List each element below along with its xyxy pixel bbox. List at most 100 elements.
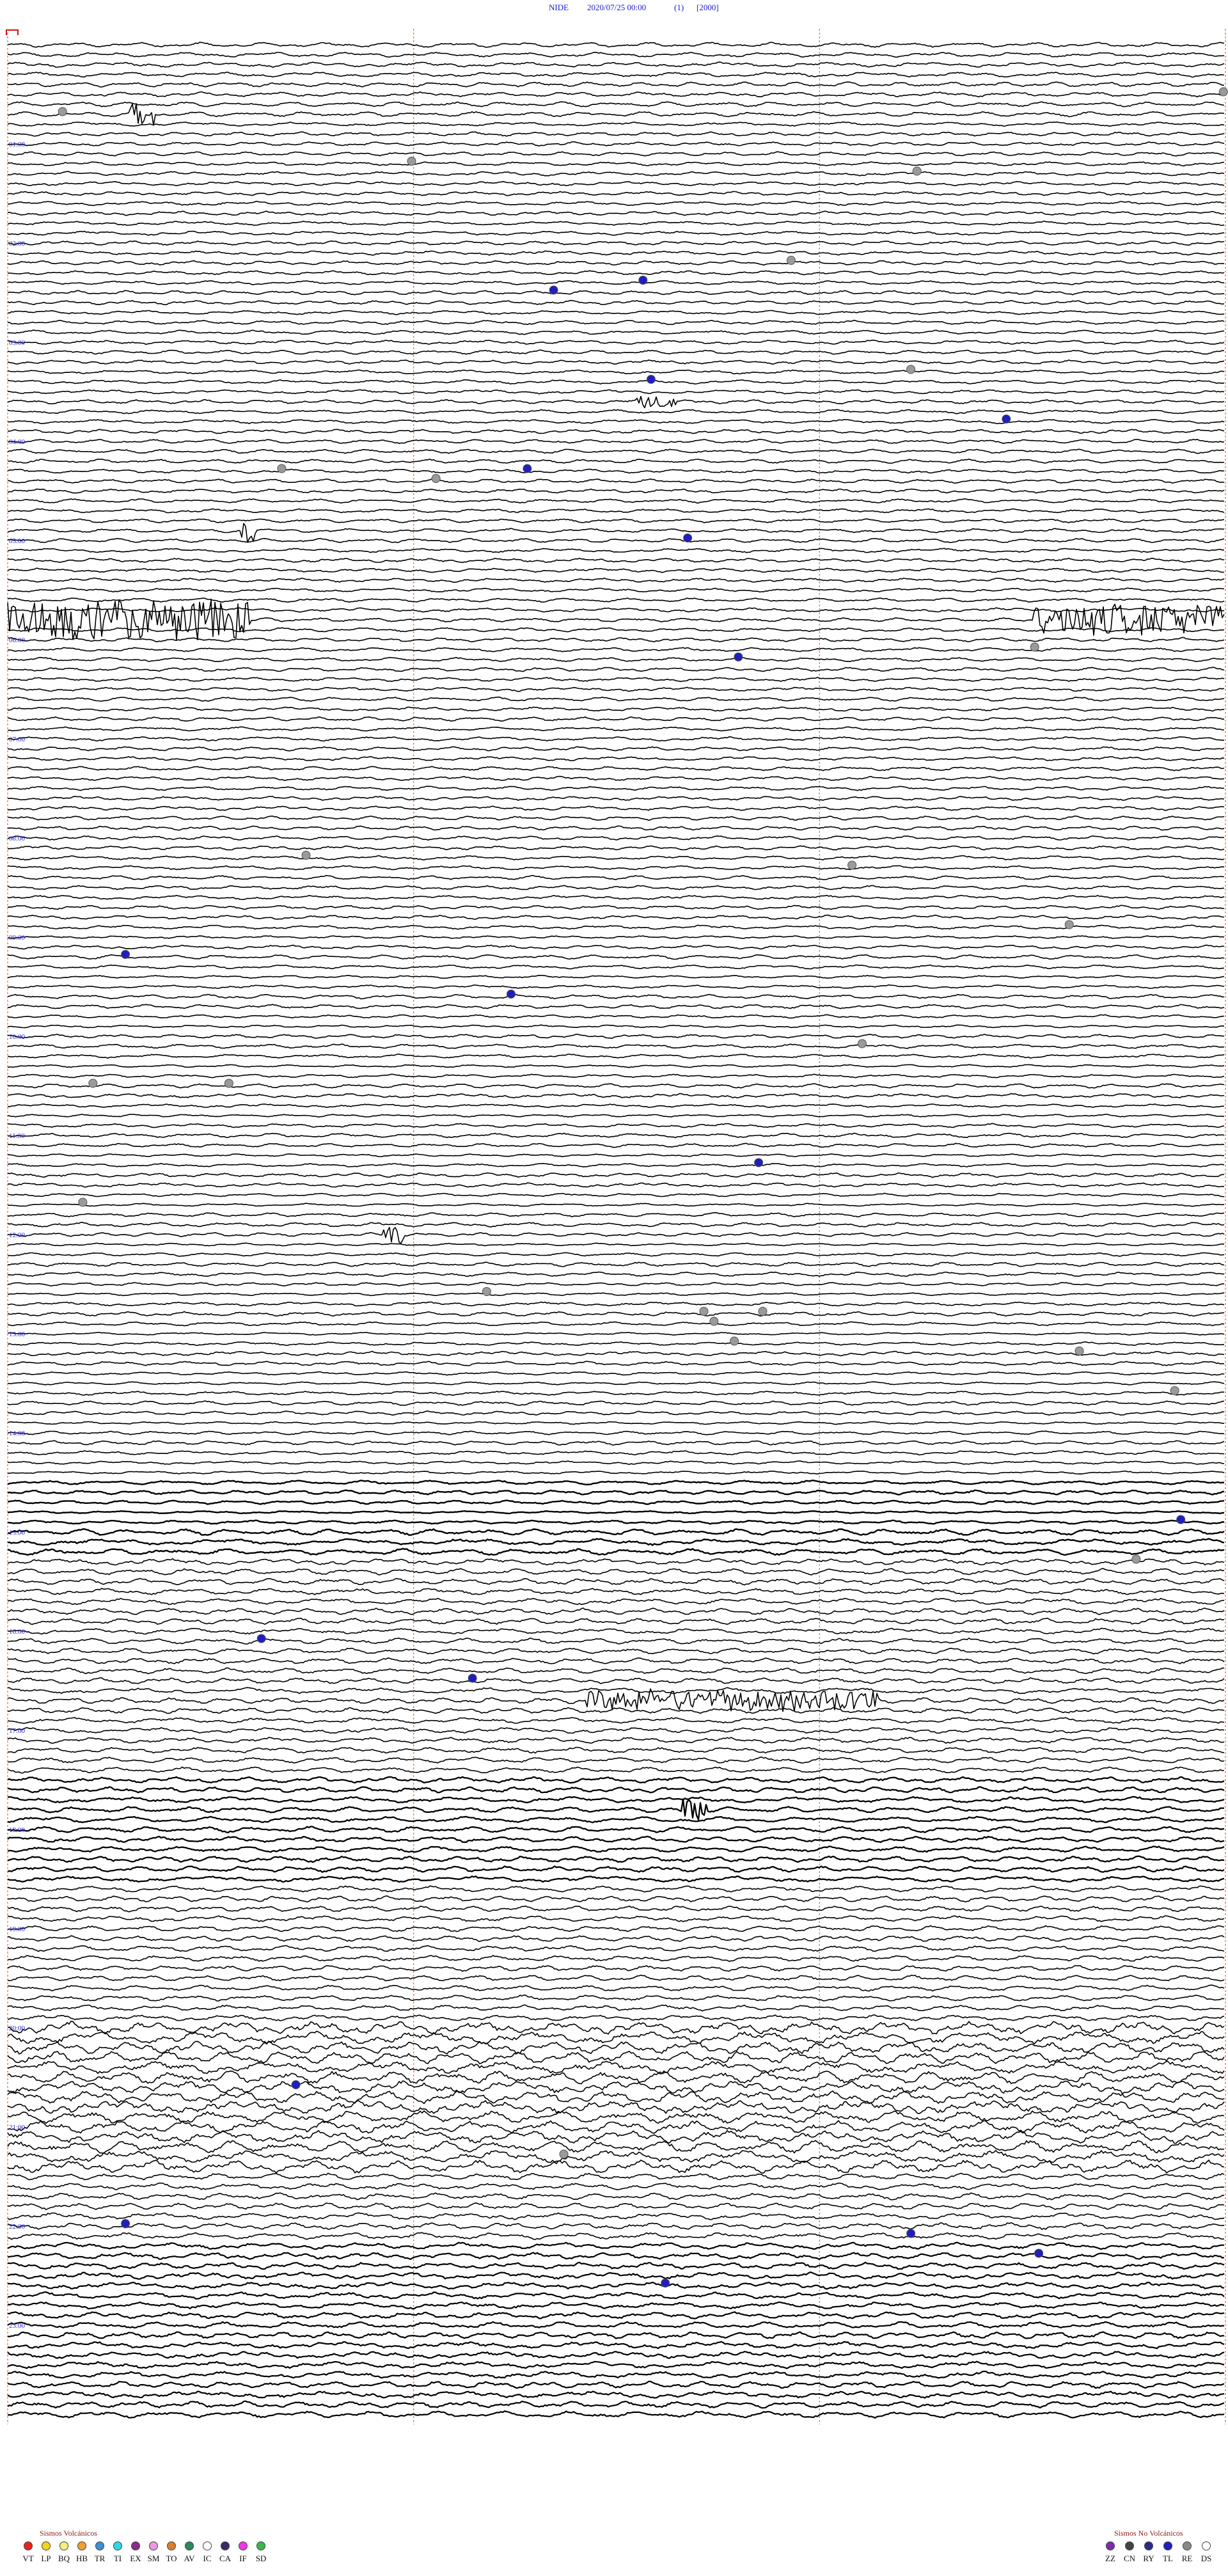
event-marker (559, 2149, 569, 2159)
trace-row (7, 2272, 1225, 2280)
legend-swatch (185, 2541, 194, 2550)
trace-row (7, 488, 1225, 494)
trace-row (7, 290, 1225, 296)
event-marker (482, 1287, 491, 1296)
trace-row (7, 121, 1225, 127)
trace-row (7, 597, 1225, 603)
trace-row (7, 1226, 1225, 1244)
event-marker (847, 860, 857, 870)
legend-swatch (256, 2541, 265, 2550)
hour-label: 19:00 (9, 1925, 26, 1933)
trace-row (7, 599, 1225, 640)
trace-row (7, 2410, 1225, 2419)
event-marker (78, 1197, 88, 1207)
event-marker (1131, 1554, 1141, 1564)
hour-label: 06:00 (9, 636, 26, 644)
trace-row (7, 1222, 1225, 1228)
trace-row (7, 2080, 1225, 2094)
trace-row (7, 1667, 1224, 1675)
trace-row (7, 2192, 1224, 2201)
trace-row (7, 1826, 1225, 1833)
trace-row (7, 607, 1225, 613)
trace-row (7, 2090, 1225, 2105)
trace-row (7, 369, 1225, 375)
event-marker (549, 285, 558, 295)
trace-row (7, 835, 1225, 841)
trace-row (7, 2150, 1225, 2163)
trace-row (7, 103, 1225, 126)
trace-row (7, 1114, 1225, 1118)
trace-row (7, 914, 1225, 921)
trace-row (7, 1577, 1225, 1586)
trace-row (7, 2212, 1225, 2220)
trace-row (7, 647, 1225, 652)
event-marker (858, 1039, 867, 1048)
legend-swatch (24, 2541, 33, 2550)
trace-row (7, 905, 1225, 910)
trace-row (7, 676, 1225, 683)
trace-row (7, 1796, 1225, 1803)
trace-row (7, 1421, 1225, 1425)
hour-label: 15:00 (9, 1529, 26, 1537)
hour-label: 13:00 (9, 1331, 26, 1338)
event-marker (906, 365, 916, 374)
legend-code: RE (1182, 2554, 1193, 2563)
legend-swatch (221, 2541, 230, 2550)
event-marker (1030, 642, 1039, 652)
hour-label: 09:00 (9, 934, 26, 942)
legend-code: RY (1143, 2554, 1154, 2563)
trace-row (7, 1519, 1225, 1525)
trace-row (7, 151, 1225, 157)
trace-row (7, 1440, 1225, 1446)
trace-row (7, 587, 1225, 593)
event-marker (301, 851, 311, 860)
trace-row (7, 736, 1224, 742)
trace-row (7, 1430, 1225, 1435)
trace-row (7, 2261, 1225, 2270)
legend-swatch (149, 2541, 158, 2550)
trace-row (7, 161, 1225, 167)
hour-label: 04:00 (9, 438, 26, 446)
trace-row (7, 1252, 1225, 1257)
event-marker (468, 1673, 477, 1683)
trace-row (7, 786, 1225, 791)
trace-row (7, 537, 1225, 543)
legend-volcanic-title: Sismos Volcánicos (40, 2529, 97, 2538)
hour-label: 11:00 (9, 1132, 25, 1140)
trace-row (7, 2130, 1225, 2144)
trace-row (7, 656, 1225, 663)
trace-row (7, 1332, 1225, 1336)
trace-row (7, 1945, 1225, 1952)
trace-row (7, 1460, 1225, 1465)
trace-row (7, 329, 1225, 335)
trace-row (7, 1400, 1225, 1406)
event-marker (1218, 87, 1228, 97)
trace-row (7, 389, 1225, 395)
hour-label: 02:00 (9, 240, 26, 248)
trace-row (7, 1766, 1225, 1774)
legend-code: HB (76, 2554, 88, 2563)
trace-row (7, 2172, 1225, 2181)
trace-row (7, 1499, 1225, 1505)
trace-row (7, 2232, 1225, 2240)
trace-row (7, 1024, 1225, 1029)
event-marker (1002, 415, 1011, 423)
trace-row (7, 1132, 1225, 1139)
trace-row (7, 874, 1224, 880)
trace-row (7, 379, 1225, 385)
legend-swatch (203, 2541, 212, 2550)
hour-label: 12:00 (9, 1231, 26, 1239)
trace-row (7, 1776, 1225, 1784)
event-marker (121, 2219, 130, 2228)
trace-row (7, 706, 1225, 712)
trace-row (7, 418, 1225, 425)
trace-row (7, 924, 1225, 930)
trace-row (7, 885, 1225, 890)
trace-row (7, 2380, 1225, 2389)
event-marker (734, 652, 743, 661)
event-marker (58, 107, 67, 116)
helicorder-plot: NIDE 2020/07/25 00:00 (1) [2000] 01:00 02… (6, 3, 1228, 2563)
event-marker (1034, 2248, 1044, 2258)
trace-row (7, 2222, 1225, 2230)
trace-row (7, 1915, 1225, 1922)
